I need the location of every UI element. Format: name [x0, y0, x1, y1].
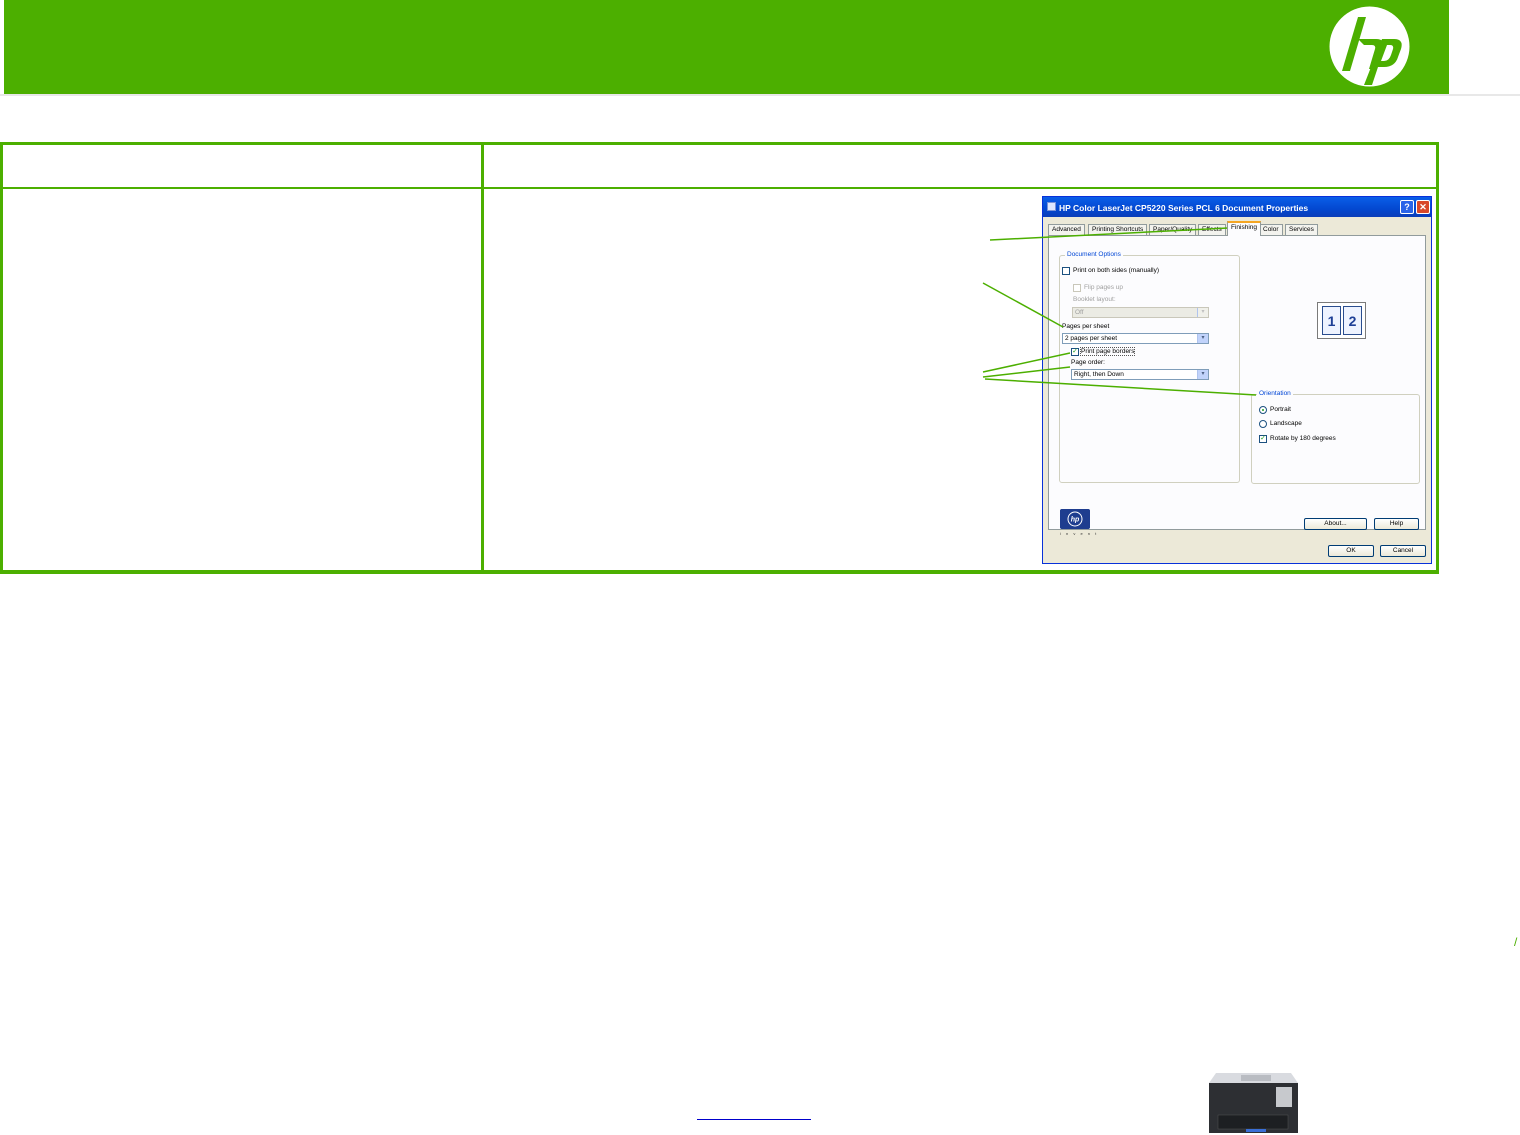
hp-invent-logo: hp: [1060, 509, 1090, 529]
ok-button[interactable]: OK: [1328, 545, 1374, 557]
header-row-divider: [3, 187, 1436, 189]
dialog-title: HP Color LaserJet CP5220 Series PCL 6 Do…: [1059, 203, 1309, 213]
finishing-panel: Document Options Print on both sides (ma…: [1048, 235, 1426, 530]
tab-printing-shortcuts[interactable]: Printing Shortcuts: [1088, 224, 1148, 235]
about-button[interactable]: About...: [1304, 518, 1367, 530]
banner-divider: [0, 94, 1520, 96]
page-order-select[interactable]: Right, then Down ▾: [1071, 369, 1209, 380]
help-title-button[interactable]: ?: [1400, 200, 1414, 214]
cancel-button[interactable]: Cancel: [1380, 545, 1426, 557]
booklet-layout-label: Booklet layout:: [1073, 296, 1116, 303]
tab-services[interactable]: Services: [1285, 224, 1318, 235]
chevron-down-icon: ▾: [1197, 308, 1208, 317]
print-both-sides-label: Print on both sides (manually): [1073, 267, 1159, 274]
printer-icon: [1047, 202, 1056, 211]
landscape-label: Landscape: [1270, 420, 1302, 427]
rotate-180-label: Rotate by 180 degrees: [1270, 435, 1336, 442]
booklet-layout-select[interactable]: Off ▾: [1072, 307, 1209, 318]
chevron-down-icon: ▾: [1197, 334, 1208, 343]
print-page-borders-checkbox[interactable]: ✓: [1071, 348, 1079, 356]
portrait-radio[interactable]: [1259, 406, 1267, 414]
footer-link[interactable]: [697, 1119, 811, 1120]
tab-paper-quality[interactable]: Paper/Quality: [1149, 224, 1197, 235]
preview-page-1: 1: [1322, 306, 1341, 335]
landscape-radio[interactable]: [1259, 420, 1267, 428]
chevron-down-icon: ▾: [1197, 370, 1208, 379]
booklet-layout-value: Off: [1075, 309, 1084, 316]
dialog-titlebar[interactable]: HP Color LaserJet CP5220 Series PCL 6 Do…: [1043, 197, 1431, 217]
page-edge-mark: /: [1514, 935, 1518, 949]
pages-per-sheet-label: Pages per sheet: [1062, 323, 1110, 330]
svg-text:hp: hp: [1071, 517, 1080, 524]
document-options-label: Document Options: [1065, 251, 1123, 258]
portrait-label: Portrait: [1270, 406, 1291, 413]
tab-effects[interactable]: Effects: [1198, 224, 1226, 235]
document-properties-dialog: HP Color LaserJet CP5220 Series PCL 6 Do…: [1042, 196, 1432, 564]
tab-finishing[interactable]: Finishing: [1227, 221, 1262, 236]
column-divider: [481, 145, 484, 570]
hp-logo: [1329, 6, 1410, 87]
close-button[interactable]: ✕: [1416, 200, 1430, 214]
page-order-value: Right, then Down: [1074, 371, 1124, 378]
printer-image: [1209, 1073, 1298, 1133]
pages-per-sheet-select[interactable]: 2 pages per sheet ▾: [1062, 333, 1209, 344]
print-page-borders-label: Print page borders: [1079, 347, 1136, 356]
help-button[interactable]: Help: [1374, 518, 1419, 530]
tab-color[interactable]: Color: [1259, 224, 1283, 235]
invent-tagline: i n v e n t: [1060, 531, 1099, 536]
header-banner: [4, 0, 1449, 94]
flip-pages-up-checkbox[interactable]: [1073, 284, 1081, 292]
tab-advanced[interactable]: Advanced: [1048, 224, 1085, 235]
pages-per-sheet-value: 2 pages per sheet: [1065, 335, 1118, 342]
orientation-label: Orientation: [1257, 390, 1293, 397]
rotate-180-checkbox[interactable]: ✓: [1259, 435, 1267, 443]
preview-page-2: 2: [1343, 306, 1362, 335]
layout-preview: 1 2: [1317, 302, 1366, 339]
print-both-sides-checkbox[interactable]: [1062, 267, 1070, 275]
flip-pages-up-label: Flip pages up: [1084, 284, 1124, 291]
page-order-label: Page order:: [1071, 359, 1105, 366]
